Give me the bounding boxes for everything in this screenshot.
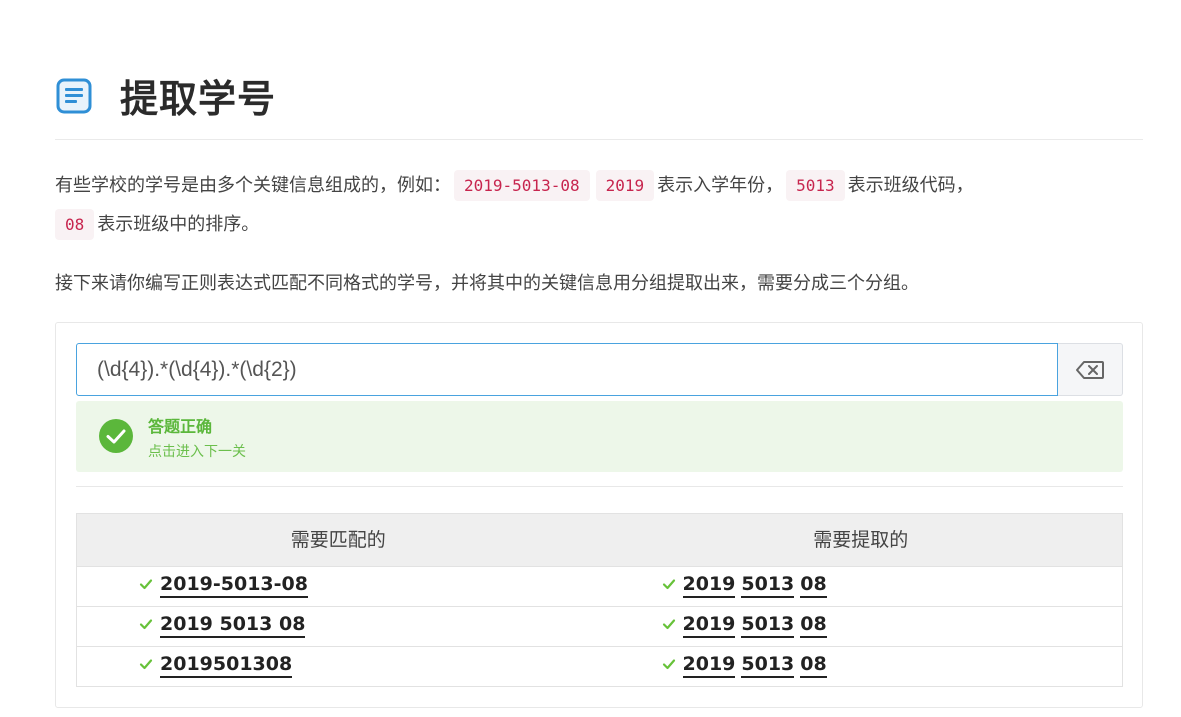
regex-input[interactable] xyxy=(76,343,1058,396)
document-icon xyxy=(56,78,92,113)
backspace-icon xyxy=(1076,360,1104,379)
check-icon xyxy=(139,579,153,590)
code-year: 2019 xyxy=(595,170,655,201)
group-3: 08 xyxy=(800,613,827,638)
group-3: 08 xyxy=(800,573,827,598)
match-cell: 2019 5013 08 xyxy=(77,607,600,646)
results-table: 需要匹配的 需要提取的 2019-5013-08 2019 5013 08 2019… xyxy=(76,513,1123,687)
extract-cell: 2019 5013 08 xyxy=(600,567,1123,606)
match-cell: 2019-5013-08 xyxy=(77,567,600,606)
success-message: 答题正确 点击进入下一关 xyxy=(76,401,1123,472)
code-class: 5013 xyxy=(786,170,845,201)
match-string: 2019 5013 08 xyxy=(160,613,306,638)
divider xyxy=(76,486,1123,487)
match-cell: 2019501308 xyxy=(77,647,600,686)
extract-cell: 2019 5013 08 xyxy=(600,607,1123,646)
table-row: 2019-5013-08 2019 5013 08 xyxy=(77,566,1122,606)
extract-cell: 2019 5013 08 xyxy=(600,647,1123,686)
column-header-match: 需要匹配的 xyxy=(290,529,386,551)
table-row: 2019501308 2019 5013 08 xyxy=(77,646,1122,686)
title-divider xyxy=(55,139,1143,140)
group-3: 08 xyxy=(800,653,827,678)
group-2: 5013 xyxy=(741,613,795,638)
intro-paragraph-1-cont: 08 表示班级中的排序。 xyxy=(55,206,259,244)
check-icon xyxy=(662,619,675,630)
intro-text: 有些学校的学号是由多个关键信息组成的，例如： xyxy=(55,175,451,196)
intro-text: 表示班级代码， xyxy=(847,175,974,196)
group-1: 2019 xyxy=(682,613,736,638)
match-string: 2019501308 xyxy=(160,653,293,678)
check-icon xyxy=(662,659,675,670)
code-rank: 08 xyxy=(55,209,95,240)
check-circle-icon xyxy=(99,419,133,453)
intro-text: 表示班级中的排序。 xyxy=(97,214,260,235)
next-level-link[interactable]: 点击进入下一关 xyxy=(148,441,246,461)
group-2: 5013 xyxy=(741,653,795,678)
intro-paragraph-2: 接下来请你编写正则表达式匹配不同格式的学号，并将其中的关键信息用分组提取出来，需… xyxy=(55,273,919,294)
page-title: 提取学号 xyxy=(120,77,277,121)
check-icon xyxy=(139,619,153,630)
group-1: 2019 xyxy=(682,653,736,678)
group-1: 2019 xyxy=(682,573,736,598)
check-icon xyxy=(139,659,153,670)
clear-button[interactable] xyxy=(1058,343,1123,396)
code-student-id: 2019-5013-08 xyxy=(454,170,590,201)
results-header: 需要匹配的 需要提取的 xyxy=(77,514,1122,566)
match-string: 2019-5013-08 xyxy=(160,573,308,598)
column-header-extract: 需要提取的 xyxy=(813,529,909,551)
intro-paragraph-1: 有些学校的学号是由多个关键信息组成的，例如： 2019-5013-08 2019 表示… xyxy=(55,167,974,205)
exercise-panel: 答题正确 点击进入下一关 需要匹配的 需要提取的 2019-5013-08 20… xyxy=(55,322,1143,708)
table-row: 2019 5013 08 2019 5013 08 xyxy=(77,606,1122,646)
group-2: 5013 xyxy=(741,573,795,598)
page-header: 提取学号 xyxy=(56,68,276,123)
intro-text: 表示入学年份， xyxy=(657,175,784,196)
check-icon xyxy=(662,579,675,590)
success-title: 答题正确 xyxy=(148,417,213,436)
